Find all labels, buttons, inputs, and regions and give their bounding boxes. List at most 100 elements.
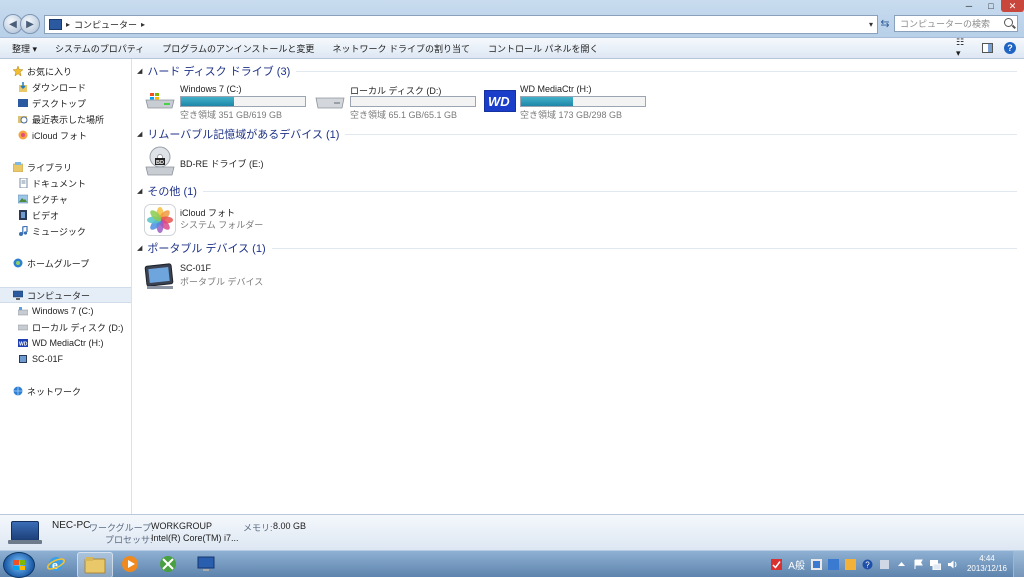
drive-free-space: 空き領域 65.1 GB/65.1 GB <box>350 110 458 120</box>
details-pane: NEC-PC ワークグループ: WORKGROUP メモリ: 8.00 GB プ… <box>0 514 1024 551</box>
drive-d[interactable]: ローカル ディスク (D:) 空き領域 65.1 GB/65.1 GB <box>314 84 479 120</box>
preview-pane-icon[interactable] <box>980 42 994 54</box>
nav-libraries[interactable]: ライブラリ <box>0 159 131 175</box>
ime-options-icon[interactable] <box>879 559 890 570</box>
nav-sc01f[interactable]: SC-01F <box>0 351 131 367</box>
system-tray: A般 ? 4:44 2013/12/16 <box>768 551 1024 577</box>
minimize-button[interactable]: ─ <box>958 0 980 12</box>
nav-desktop[interactable]: デスクトップ <box>0 95 131 111</box>
app-icon <box>160 556 176 572</box>
network-icon <box>13 386 23 396</box>
memory-value: 8.00 GB <box>273 521 307 531</box>
chevron-right-icon[interactable]: ▸ <box>66 20 70 29</box>
organize-menu[interactable]: 整理 ▾ <box>0 42 46 55</box>
start-button[interactable] <box>3 552 35 578</box>
nav-videos[interactable]: ビデオ <box>0 207 131 223</box>
nav-documents[interactable]: ドキュメント <box>0 175 131 191</box>
clock-date: 2013/12/16 <box>966 564 1007 573</box>
nav-drive-h[interactable]: WD WD MediaCtr (H:) <box>0 335 131 351</box>
show-desktop-button[interactable] <box>1013 551 1024 577</box>
sc01f-device[interactable]: SC-01F ポータブル デバイス <box>144 261 344 295</box>
svg-text:WD: WD <box>19 342 28 348</box>
group-header-removable[interactable]: ◢ リムーバブル記憶域があるデバイス (1) <box>137 127 1017 141</box>
open-control-panel-button[interactable]: コントロール パネルを開く <box>479 42 608 55</box>
wd-drive-icon: WD <box>18 338 28 348</box>
nav-pictures[interactable]: ピクチャ <box>0 191 131 207</box>
antivirus-icon[interactable] <box>771 558 783 570</box>
item-name: SC-01F <box>180 263 212 273</box>
address-bar[interactable]: ▸ コンピューター ▸ ▾ <box>44 15 878 34</box>
nav-music[interactable]: ミュージック <box>0 223 131 239</box>
nav-label: WD MediaCtr (H:) <box>32 338 104 348</box>
drive-h[interactable]: WD WD MediaCtr (H:) 空き領域 173 GB/298 GB <box>484 84 649 120</box>
breadcrumb-computer[interactable]: コンピューター <box>74 18 137 31</box>
forward-button[interactable]: ▶ <box>20 14 40 34</box>
help-icon[interactable]: ? <box>1004 42 1016 54</box>
arrow-left-icon: ◀ <box>9 18 17 30</box>
group-header-other[interactable]: ◢ その他 (1) <box>137 184 1017 198</box>
volume-icon[interactable] <box>947 559 958 570</box>
documents-icon <box>18 177 28 189</box>
group-title: ハード ディスク ドライブ (3) <box>147 66 291 78</box>
nav-network[interactable]: ネットワーク <box>0 383 131 399</box>
nav-icloud-photos[interactable]: iCloud フォト <box>0 127 131 143</box>
ime-indicator[interactable]: A般 <box>788 557 805 572</box>
homegroup-icon <box>13 258 23 268</box>
nav-label: お気に入り <box>27 66 73 77</box>
windows-drive-icon <box>145 93 175 109</box>
nav-recent-places[interactable]: 最近表示した場所 <box>0 111 131 127</box>
taskbar-media-player[interactable] <box>113 552 147 576</box>
group-header-portable[interactable]: ◢ ポータブル デバイス (1) <box>137 241 1017 255</box>
nav-label: ピクチャ <box>32 194 68 205</box>
bd-re-drive[interactable]: BD BD-RE ドライブ (E:) <box>144 145 344 179</box>
ime-dictionary-icon[interactable] <box>827 558 839 570</box>
nav-label: ローカル ディスク (D:) <box>32 322 124 333</box>
nav-homegroup[interactable]: ホームグループ <box>0 255 131 271</box>
show-hidden-icons-icon[interactable] <box>896 559 907 570</box>
view-options-icon[interactable]: ☷ ▾ <box>956 37 970 58</box>
icloud-photos-folder[interactable]: iCloud フォト システム フォルダー <box>144 204 344 238</box>
collapse-arrow-icon[interactable]: ◢ <box>137 187 142 195</box>
refresh-button[interactable]: ⇆ <box>877 15 893 32</box>
group-header-hard-disk[interactable]: ◢ ハード ディスク ドライブ (3) <box>137 64 1017 78</box>
maximize-button[interactable]: □ <box>980 0 1002 12</box>
close-button[interactable]: ✕ <box>1001 0 1024 12</box>
nav-downloads[interactable]: ダウンロード <box>0 79 131 95</box>
system-properties-button[interactable]: システムのプロパティ <box>46 42 153 55</box>
portable-device-icon <box>144 263 174 289</box>
collapse-arrow-icon[interactable]: ◢ <box>137 130 142 138</box>
collapse-arrow-icon[interactable]: ◢ <box>137 244 142 252</box>
map-network-drive-button[interactable]: ネットワーク ドライブの割り当て <box>323 42 479 55</box>
group-title: ポータブル デバイス (1) <box>147 243 266 255</box>
group-divider <box>296 70 1017 72</box>
ime-pad-icon[interactable] <box>844 558 856 570</box>
drive-name: WD MediaCtr (H:) <box>520 84 592 94</box>
drive-free-space: 空き領域 173 GB/298 GB <box>520 110 623 120</box>
search-input[interactable]: コンピューターの検索 <box>894 15 1018 32</box>
uninstall-program-button[interactable]: プログラムのアンインストールと変更 <box>153 42 323 55</box>
help-circle-icon[interactable]: ? <box>862 559 873 570</box>
drive-c[interactable]: Windows 7 (C:) 空き領域 351 GB/619 GB <box>144 84 309 120</box>
nav-drive-d[interactable]: ローカル ディスク (D:) <box>0 319 131 335</box>
nav-label: ダウンロード <box>32 82 87 93</box>
nav-favorites[interactable]: お気に入り <box>0 63 131 79</box>
nav-label: ネットワーク <box>27 386 82 397</box>
recent-places-icon <box>18 114 28 124</box>
taskbar-app-green[interactable] <box>151 552 185 576</box>
taskbar-explorer[interactable] <box>77 552 113 578</box>
bd-drive-icon: BD <box>145 146 175 176</box>
action-center-flag-icon[interactable] <box>913 559 924 570</box>
clock[interactable]: 4:44 2013/12/16 <box>967 554 1007 574</box>
address-dropdown-icon[interactable]: ▾ <box>869 20 873 29</box>
network-status-icon[interactable] <box>929 559 941 570</box>
collapse-arrow-icon[interactable]: ◢ <box>137 67 142 75</box>
chevron-right-icon[interactable]: ▸ <box>141 20 145 29</box>
taskbar-internet-explorer[interactable]: e <box>39 552 73 576</box>
folder-icon <box>84 557 106 574</box>
ime-tool-icon[interactable] <box>810 558 822 570</box>
nav-computer[interactable]: コンピューター <box>0 287 131 303</box>
nav-drive-c[interactable]: Windows 7 (C:) <box>0 303 131 319</box>
taskbar-app-monitor[interactable] <box>189 552 223 576</box>
group-title: その他 (1) <box>147 186 197 198</box>
nav-label: 最近表示した場所 <box>32 114 105 125</box>
